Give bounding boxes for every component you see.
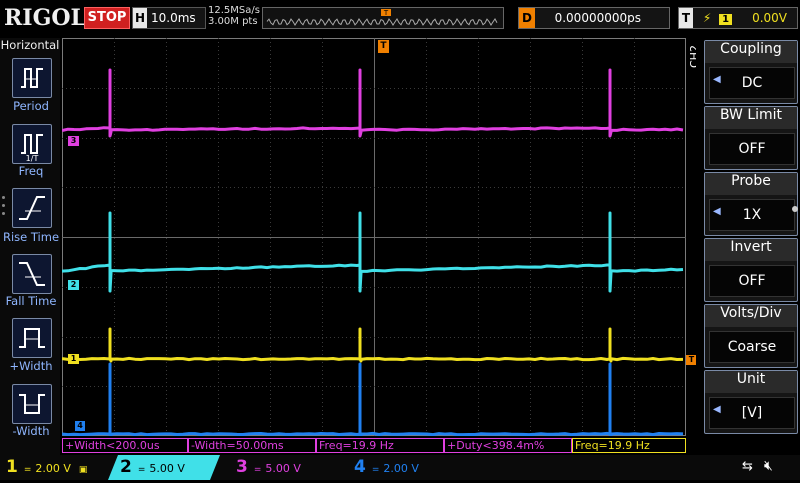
measurement-freq-ch3[interactable]: Freq=19.9 Hz xyxy=(316,438,444,453)
plus-width-icon xyxy=(13,319,51,357)
period-icon xyxy=(13,59,51,97)
svg-text:1/T: 1/T xyxy=(26,154,39,163)
trigger-letter: T xyxy=(679,8,693,28)
volts-div-header: Volts/Div xyxy=(705,305,797,327)
ch1-number: 1 xyxy=(6,457,18,477)
run-stop-indicator[interactable]: STOP xyxy=(84,7,130,29)
bw-limit-softkey[interactable]: BW Limit OFF xyxy=(704,106,798,170)
freq-icon: 1/T xyxy=(13,125,51,163)
unit-value: [V] xyxy=(709,397,795,429)
plus-width-button[interactable] xyxy=(12,318,52,358)
plus-width-label: +Width xyxy=(0,359,62,373)
ch4-scale: 2.00 V xyxy=(383,462,419,475)
horizontal-letter: H xyxy=(133,8,147,28)
chevron-left-icon: ◀ xyxy=(713,404,721,415)
ch3-number: 3 xyxy=(236,457,248,477)
ch2-coupling: = xyxy=(138,465,146,475)
coupling-softkey[interactable]: Coupling DC ◀ xyxy=(704,40,798,104)
waveform-display[interactable] xyxy=(62,38,686,436)
top-status-bar: RIGOL STOP H 10.0ms 12.5MSa/s 3.00M pts T… xyxy=(0,0,800,38)
ch3-scale: 5.00 V xyxy=(265,462,301,475)
invert-header: Invert xyxy=(705,239,797,261)
measurement-plus-duty[interactable]: +Duty<398.4m% xyxy=(444,438,572,453)
volts-div-value: Coarse xyxy=(709,331,795,363)
sampling-info: 12.5MSa/s 3.00M pts xyxy=(208,5,260,27)
horizontal-timebase[interactable]: H 10.0ms xyxy=(132,7,206,29)
probe-softkey[interactable]: Probe 1X ◀ xyxy=(704,172,798,236)
delay-display[interactable]: D 0.00000000ps xyxy=(518,7,670,29)
ch2-status[interactable]: 2 = 5.00 V xyxy=(108,455,220,480)
menu-page-dots xyxy=(2,196,6,215)
invert-value: OFF xyxy=(709,265,795,297)
menu-title: Horizontal xyxy=(0,38,60,52)
measurement-plus-width[interactable]: +Width<200.0us xyxy=(62,438,188,453)
minus-width-icon xyxy=(13,385,51,423)
ch1-status[interactable]: 1 = 2.00 V ▣ xyxy=(6,455,106,480)
ch3-coupling: = xyxy=(254,465,262,475)
ch4-coupling: = xyxy=(372,465,380,475)
ch4-status[interactable]: 4 = 2.00 V xyxy=(354,455,464,480)
delay-value: 0.00000000ps xyxy=(555,8,641,28)
ch3-status[interactable]: 3 = 5.00 V xyxy=(236,455,346,480)
channel-status-bar: 1 = 2.00 V ▣ 2 = 5.00 V 3 = 5.00 V 4 = 2.00 V ⇆ 🔇… xyxy=(0,455,800,480)
unit-header: Unit xyxy=(705,371,797,393)
bandwidth-limit-icon: ▣ xyxy=(79,465,88,475)
bw-limit-value: OFF xyxy=(709,133,795,165)
fall-time-button[interactable] xyxy=(12,254,52,294)
memory-depth: 3.00M pts xyxy=(208,16,260,27)
fall-time-label: Fall Time xyxy=(0,294,62,308)
speaker-muted-icon[interactable]: 🔇︎ xyxy=(764,458,773,474)
menu-page-indicator xyxy=(792,206,798,212)
ch2-scale: 5.00 V xyxy=(149,462,185,475)
bw-limit-header: BW Limit xyxy=(705,107,797,129)
unit-softkey[interactable]: Unit [V] ◀ xyxy=(704,370,798,434)
rise-time-icon xyxy=(13,189,51,227)
probe-header: Probe xyxy=(705,173,797,195)
minus-width-label: -Width xyxy=(0,424,62,438)
measurement-freq-ch1[interactable]: Freq=19.9 Hz xyxy=(572,438,686,453)
rise-time-label: Rise Time xyxy=(0,230,62,244)
memory-timeline[interactable]: T xyxy=(262,7,504,29)
minus-width-button[interactable] xyxy=(12,384,52,424)
ch2-ground-marker[interactable]: 2 xyxy=(68,280,79,290)
ch4-number: 4 xyxy=(354,457,366,477)
ch1-ground-marker[interactable]: 1 xyxy=(68,354,79,364)
rise-time-button[interactable] xyxy=(12,188,52,228)
ch4-ground-marker[interactable]: 4 xyxy=(75,421,85,431)
period-button[interactable] xyxy=(12,58,52,98)
sample-rate: 12.5MSa/s xyxy=(208,5,260,16)
measurement-minus-width[interactable]: -Width=50.00ms xyxy=(188,438,316,453)
probe-value: 1X xyxy=(709,199,795,231)
freq-label: Freq xyxy=(0,164,62,178)
ch3-ground-marker[interactable]: 3 xyxy=(68,136,79,146)
coupling-header: Coupling xyxy=(705,41,797,63)
freq-button[interactable]: 1/T xyxy=(12,124,52,164)
trigger-display[interactable]: T ⚡ 1 0.00V xyxy=(678,7,798,29)
ch1-scale: 2.00 V xyxy=(35,462,71,475)
trigger-source-badge: 1 xyxy=(719,14,732,25)
horizontal-measure-menu: Horizontal Period 1/T Freq Rise Time Fal… xyxy=(0,38,60,456)
ch2-number: 2 xyxy=(120,457,132,477)
chevron-left-icon: ◀ xyxy=(713,206,721,217)
channel-settings-menu: Coupling DC ◀ BW Limit OFF Probe 1X ◀ In… xyxy=(696,38,800,456)
period-label: Period xyxy=(0,99,62,113)
trigger-position-marker[interactable]: T xyxy=(378,40,389,53)
fall-time-icon xyxy=(13,255,51,293)
measurement-bar: +Width<200.0us -Width=50.00ms Freq=19.9 … xyxy=(62,438,686,452)
delay-letter: D xyxy=(519,8,535,28)
brand-logo: RIGOL xyxy=(4,5,86,31)
chevron-left-icon: ◀ xyxy=(713,74,721,85)
timeline-waveform-preview: T xyxy=(263,8,503,28)
trigger-edge-icon: ⚡ xyxy=(703,11,711,25)
svg-text:T: T xyxy=(383,9,389,17)
volts-div-softkey[interactable]: Volts/Div Coarse xyxy=(704,304,798,368)
invert-softkey[interactable]: Invert OFF xyxy=(704,238,798,302)
coupling-value: DC xyxy=(709,67,795,99)
ch1-coupling: = xyxy=(24,465,32,475)
trigger-level: 0.00V xyxy=(752,8,787,28)
timebase-value: 10.0ms xyxy=(151,11,196,25)
usb-icon: ⇆ xyxy=(742,459,753,474)
